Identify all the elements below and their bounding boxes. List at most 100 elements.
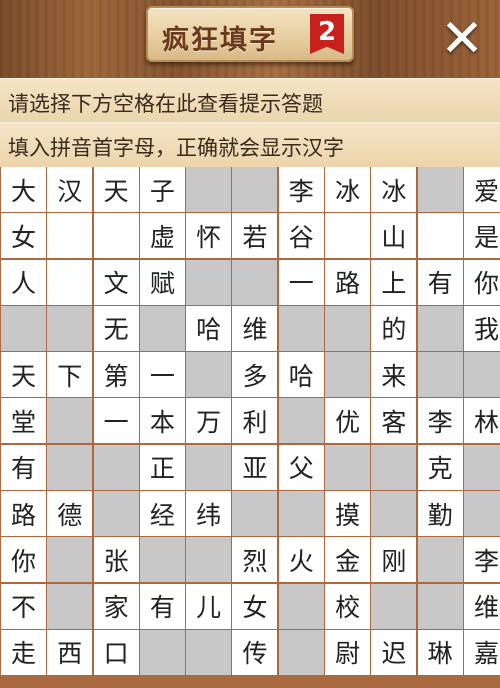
grid-letter-cell[interactable]: 迟 — [371, 629, 417, 675]
grid-letter-cell[interactable]: 纬 — [186, 491, 232, 537]
grid-letter-cell[interactable]: 传 — [232, 629, 278, 675]
grid-block-cell — [232, 167, 278, 212]
grid-letter-cell[interactable]: 下 — [47, 352, 93, 398]
grid-letter-cell[interactable]: 一 — [278, 259, 324, 305]
grid-letter-cell[interactable]: 你 — [463, 259, 500, 305]
grid-letter-cell[interactable]: 冰 — [325, 167, 371, 212]
grid-letter-cell[interactable]: 李 — [463, 537, 500, 583]
grid-letter-cell[interactable]: 勤 — [417, 491, 463, 537]
grid-empty-cell[interactable] — [417, 213, 463, 259]
grid-letter-cell[interactable]: 琳 — [417, 629, 463, 675]
grid-letter-cell[interactable]: 路 — [325, 259, 371, 305]
grid-block-cell — [93, 444, 139, 490]
grid-letter-cell[interactable]: 一 — [139, 352, 185, 398]
grid-letter-cell[interactable]: 人 — [1, 259, 46, 305]
grid-letter-cell[interactable]: 虚 — [139, 213, 185, 259]
grid-letter-cell[interactable]: 家 — [93, 583, 139, 629]
grid-letter-cell[interactable]: 一 — [93, 398, 139, 444]
crossword-grid: 大汉天子李冰冰爱女虚怀若谷山是人文赋一路上有你无哈维的我天下第一多哈来堂一本万利… — [0, 167, 500, 675]
grid-letter-cell[interactable]: 的 — [371, 305, 417, 351]
grid-letter-cell[interactable]: 怀 — [186, 213, 232, 259]
grid-block-cell — [278, 305, 324, 351]
grid-empty-cell[interactable] — [47, 213, 93, 259]
grid-letter-cell[interactable]: 第 — [93, 352, 139, 398]
grid-letter-cell[interactable]: 哈 — [186, 305, 232, 351]
grid-letter-cell[interactable]: 摸 — [325, 491, 371, 537]
grid-block-cell — [232, 259, 278, 305]
grid-letter-cell[interactable]: 我 — [463, 305, 500, 351]
grid-block-cell — [139, 537, 185, 583]
grid-letter-cell[interactable]: 父 — [278, 444, 324, 490]
grid-letter-cell[interactable]: 是 — [463, 213, 500, 259]
grid-letter-cell[interactable]: 李 — [417, 398, 463, 444]
grid-letter-cell[interactable]: 你 — [1, 537, 46, 583]
grid-letter-cell[interactable]: 尉 — [325, 629, 371, 675]
grid-letter-cell[interactable]: 口 — [93, 629, 139, 675]
grid-letter-cell[interactable]: 路 — [1, 491, 46, 537]
grid-letter-cell[interactable]: 爱 — [463, 167, 500, 212]
grid-block-cell — [186, 352, 232, 398]
grid-letter-cell[interactable]: 金 — [325, 537, 371, 583]
grid-letter-cell[interactable]: 林 — [463, 398, 500, 444]
grid-letter-cell[interactable]: 冰 — [371, 167, 417, 212]
grid-letter-cell[interactable]: 谷 — [278, 213, 324, 259]
grid-letter-cell[interactable]: 正 — [139, 444, 185, 490]
grid-block-cell — [278, 629, 324, 675]
grid-block-cell — [47, 305, 93, 351]
grid-letter-cell[interactable]: 天 — [1, 352, 46, 398]
crossword-board: 大汉天子李冰冰爱女虚怀若谷山是人文赋一路上有你无哈维的我天下第一多哈来堂一本万利… — [0, 167, 500, 688]
grid-letter-cell[interactable]: 优 — [325, 398, 371, 444]
grid-letter-cell[interactable]: 哈 — [278, 352, 324, 398]
grid-letter-cell[interactable]: 经 — [139, 491, 185, 537]
grid-letter-cell[interactable]: 无 — [93, 305, 139, 351]
grid-letter-cell[interactable]: 山 — [371, 213, 417, 259]
grid-letter-cell[interactable]: 张 — [93, 537, 139, 583]
grid-letter-cell[interactable]: 亚 — [232, 444, 278, 490]
grid-letter-cell[interactable]: 女 — [1, 213, 46, 259]
grid-letter-cell[interactable]: 万 — [186, 398, 232, 444]
grid-letter-cell[interactable]: 烈 — [232, 537, 278, 583]
grid-block-cell — [186, 167, 232, 212]
grid-letter-cell[interactable]: 子 — [139, 167, 185, 212]
grid-letter-cell[interactable]: 文 — [93, 259, 139, 305]
grid-letter-cell[interactable]: 若 — [232, 213, 278, 259]
grid-letter-cell[interactable]: 利 — [232, 398, 278, 444]
grid-letter-cell[interactable]: 儿 — [186, 583, 232, 629]
grid-empty-cell[interactable] — [93, 213, 139, 259]
grid-letter-cell[interactable]: 有 — [417, 259, 463, 305]
grid-letter-cell[interactable]: 有 — [1, 444, 46, 490]
close-icon[interactable]: ✕ — [436, 13, 488, 66]
grid-letter-cell[interactable]: 克 — [417, 444, 463, 490]
grid-block-cell — [325, 444, 371, 490]
grid-letter-cell[interactable]: 嘉 — [463, 629, 500, 675]
grid-letter-cell[interactable]: 来 — [371, 352, 417, 398]
grid-letter-cell[interactable]: 本 — [139, 398, 185, 444]
hint-bar-2: 填入拼音首字母，正确就会显示汉字 — [0, 122, 500, 168]
grid-letter-cell[interactable]: 维 — [463, 583, 500, 629]
grid-letter-cell[interactable]: 不 — [1, 583, 46, 629]
grid-letter-cell[interactable]: 天 — [93, 167, 139, 212]
grid-letter-cell[interactable]: 多 — [232, 352, 278, 398]
grid-letter-cell[interactable]: 火 — [278, 537, 324, 583]
grid-block-cell — [278, 583, 324, 629]
grid-letter-cell[interactable]: 堂 — [1, 398, 46, 444]
grid-letter-cell[interactable]: 李 — [278, 167, 324, 212]
grid-letter-cell[interactable]: 校 — [325, 583, 371, 629]
grid-block-cell — [417, 167, 463, 212]
grid-empty-cell[interactable] — [47, 259, 93, 305]
grid-letter-cell[interactable]: 刚 — [371, 537, 417, 583]
grid-letter-cell[interactable]: 走 — [1, 629, 46, 675]
hint-bar-1: 请选择下方空格在此查看提示答题 — [0, 78, 500, 124]
grid-letter-cell[interactable]: 客 — [371, 398, 417, 444]
grid-letter-cell[interactable]: 维 — [232, 305, 278, 351]
grid-letter-cell[interactable]: 女 — [232, 583, 278, 629]
grid-empty-cell[interactable] — [325, 213, 371, 259]
grid-letter-cell[interactable]: 赋 — [139, 259, 185, 305]
grid-block-cell — [371, 491, 417, 537]
grid-letter-cell[interactable]: 大 — [1, 167, 46, 212]
grid-letter-cell[interactable]: 汉 — [47, 167, 93, 212]
grid-letter-cell[interactable]: 西 — [47, 629, 93, 675]
grid-letter-cell[interactable]: 上 — [371, 259, 417, 305]
grid-letter-cell[interactable]: 德 — [47, 491, 93, 537]
grid-letter-cell[interactable]: 有 — [139, 583, 185, 629]
